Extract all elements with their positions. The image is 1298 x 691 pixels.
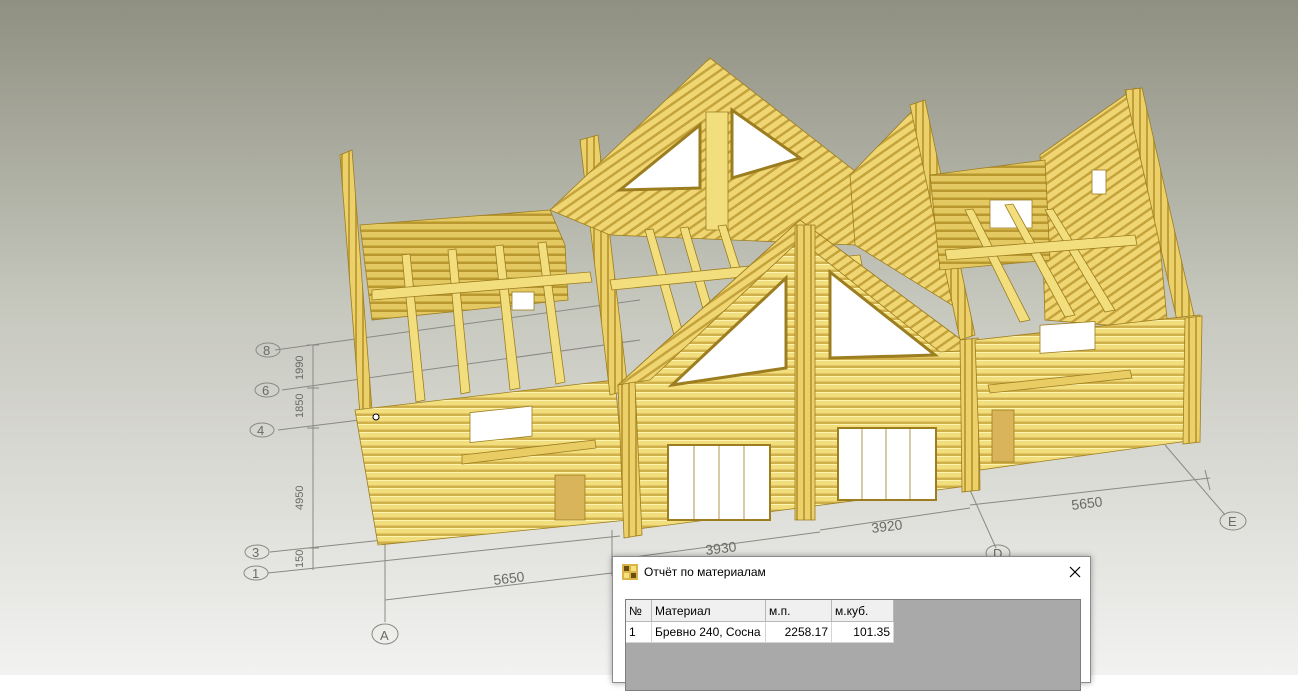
axis-label-E: E bbox=[1228, 514, 1237, 529]
dim-left-1: 150 bbox=[294, 550, 306, 568]
axis-label-6: 6 bbox=[262, 383, 269, 398]
app-icon bbox=[622, 564, 638, 580]
dim-left-2: 4950 bbox=[294, 486, 306, 510]
column-header-volume[interactable]: м.куб. bbox=[831, 600, 894, 622]
dialog-titlebar[interactable]: Отчёт по материалам bbox=[613, 557, 1090, 587]
cell-material: Бревно 240, Сосна bbox=[651, 621, 766, 643]
cell-volume: 101.35 bbox=[831, 621, 894, 643]
close-icon bbox=[1069, 566, 1081, 578]
column-header-no[interactable]: № bbox=[626, 600, 652, 622]
table-header-row: № Материал м.п. м.куб. bbox=[626, 600, 894, 622]
axis-label-A: A bbox=[380, 628, 389, 643]
table-row[interactable]: 1 Бревно 240, Сосна 2258.17 101.35 bbox=[626, 621, 894, 643]
column-header-material[interactable]: Материал bbox=[651, 600, 766, 622]
materials-table: № Материал м.п. м.куб. 1 Бревно 240, Сос… bbox=[626, 600, 894, 643]
materials-grid[interactable]: № Материал м.п. м.куб. 1 Бревно 240, Сос… bbox=[625, 599, 1081, 691]
dim-left-3: 1850 bbox=[294, 394, 306, 418]
dialog-title: Отчёт по материалам bbox=[644, 565, 766, 579]
close-button[interactable] bbox=[1060, 557, 1090, 587]
materials-report-dialog: Отчёт по материалам № Материал м.п. м.ку… bbox=[612, 556, 1091, 691]
cell-mp: 2258.17 bbox=[765, 621, 832, 643]
column-header-mp[interactable]: м.п. bbox=[765, 600, 832, 622]
axis-label-1: 1 bbox=[252, 566, 259, 581]
dim-left-4: 1990 bbox=[294, 356, 306, 380]
snap-point-marker bbox=[372, 413, 380, 421]
axis-label-3: 3 bbox=[252, 545, 259, 560]
axis-label-4: 4 bbox=[257, 423, 264, 438]
axis-label-8: 8 bbox=[263, 343, 270, 358]
cell-no: 1 bbox=[626, 621, 652, 643]
